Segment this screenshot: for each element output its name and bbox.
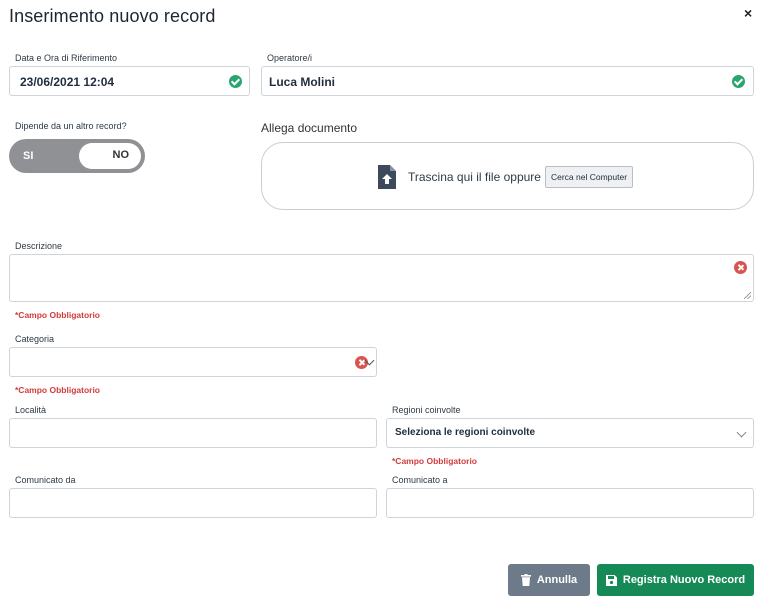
data-ora-value: 23/06/2021 12:04	[20, 75, 115, 89]
error-icon	[734, 261, 747, 274]
close-icon[interactable]: ×	[744, 5, 752, 21]
regioni-placeholder: Seleziona le regioni coinvolte	[395, 427, 536, 438]
trash-icon	[520, 574, 531, 586]
descrizione-textarea[interactable]	[9, 254, 754, 302]
regioni-select[interactable]: Seleziona le regioni coinvolte	[386, 418, 754, 448]
dropzone-text: Trascina qui il file oppure	[408, 170, 541, 184]
descrizione-label: Descrizione	[15, 241, 63, 251]
modal-title: Inserimento nuovo record	[9, 6, 216, 26]
toggle-option-no: NO	[112, 149, 130, 161]
dipende-label: Dipende da un altro record?	[15, 121, 127, 131]
save-record-button[interactable]: Registra Nuovo Record	[597, 564, 754, 596]
categoria-select[interactable]	[9, 347, 377, 377]
operatore-field[interactable]: Luca Molini	[261, 66, 754, 96]
operatore-value: Luca Molini	[269, 75, 335, 89]
data-ora-field[interactable]: 23/06/2021 12:04	[9, 66, 250, 96]
data-ora-label: Data e Ora di Riferimento	[15, 53, 118, 63]
regioni-required-msg: *Campo Obbligatorio	[392, 456, 477, 466]
chevron-down-icon	[736, 427, 747, 438]
cancel-button-label: Annulla	[536, 574, 578, 586]
operatore-label: Operatore/i	[267, 53, 313, 63]
categoria-label: Categoria	[15, 334, 55, 344]
localita-input[interactable]	[9, 418, 377, 448]
descrizione-required-msg: *Campo Obbligatorio	[15, 310, 100, 320]
regioni-label: Regioni coinvolte	[392, 405, 461, 415]
comunicato-a-label: Comunicato a	[392, 475, 448, 485]
toggle-knob: NO	[79, 143, 141, 169]
valid-check-icon	[732, 75, 745, 88]
localita-label: Località	[15, 405, 47, 415]
cancel-button[interactable]: Annulla	[508, 564, 590, 596]
dipende-toggle[interactable]: SI NO	[9, 139, 145, 173]
comunicato-da-input[interactable]	[9, 488, 377, 518]
browse-computer-button[interactable]: Cerca nel Computer	[544, 166, 634, 188]
toggle-option-si: SI	[23, 150, 34, 162]
valid-check-icon	[229, 75, 242, 88]
comunicato-a-input[interactable]	[386, 488, 754, 518]
save-button-label: Registra Nuovo Record	[622, 574, 746, 586]
resize-handle-icon[interactable]	[744, 292, 751, 299]
floppy-disk-icon	[605, 574, 617, 586]
file-upload-icon	[378, 165, 396, 189]
comunicato-da-label: Comunicato da	[15, 475, 76, 485]
categoria-required-msg: *Campo Obbligatorio	[15, 385, 100, 395]
file-dropzone[interactable]: Trascina qui il file oppure Cerca nel Co…	[261, 142, 754, 210]
allega-label: Allega documento	[261, 121, 358, 135]
